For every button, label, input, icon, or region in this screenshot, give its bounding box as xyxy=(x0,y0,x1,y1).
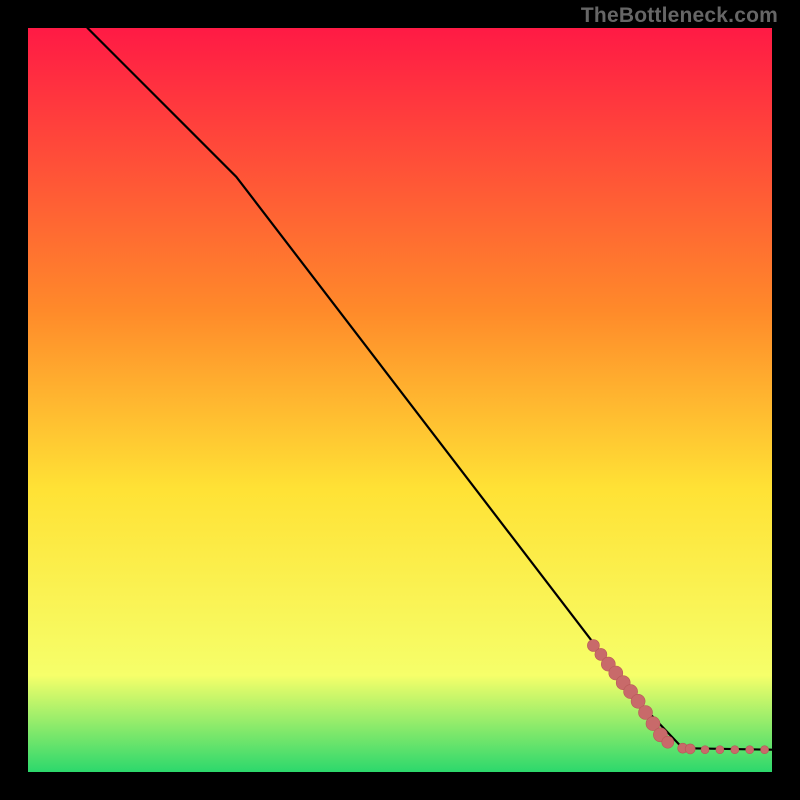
chart-stage: TheBottleneck.com xyxy=(0,0,800,800)
data-point xyxy=(701,746,709,754)
chart-svg xyxy=(28,28,772,772)
data-point xyxy=(716,746,724,754)
plot-area xyxy=(28,28,772,772)
data-point xyxy=(761,746,769,754)
data-point xyxy=(662,736,674,748)
data-point xyxy=(685,744,695,754)
watermark-text: TheBottleneck.com xyxy=(581,4,778,28)
data-point xyxy=(731,746,739,754)
data-point xyxy=(746,746,754,754)
gradient-background xyxy=(28,28,772,772)
